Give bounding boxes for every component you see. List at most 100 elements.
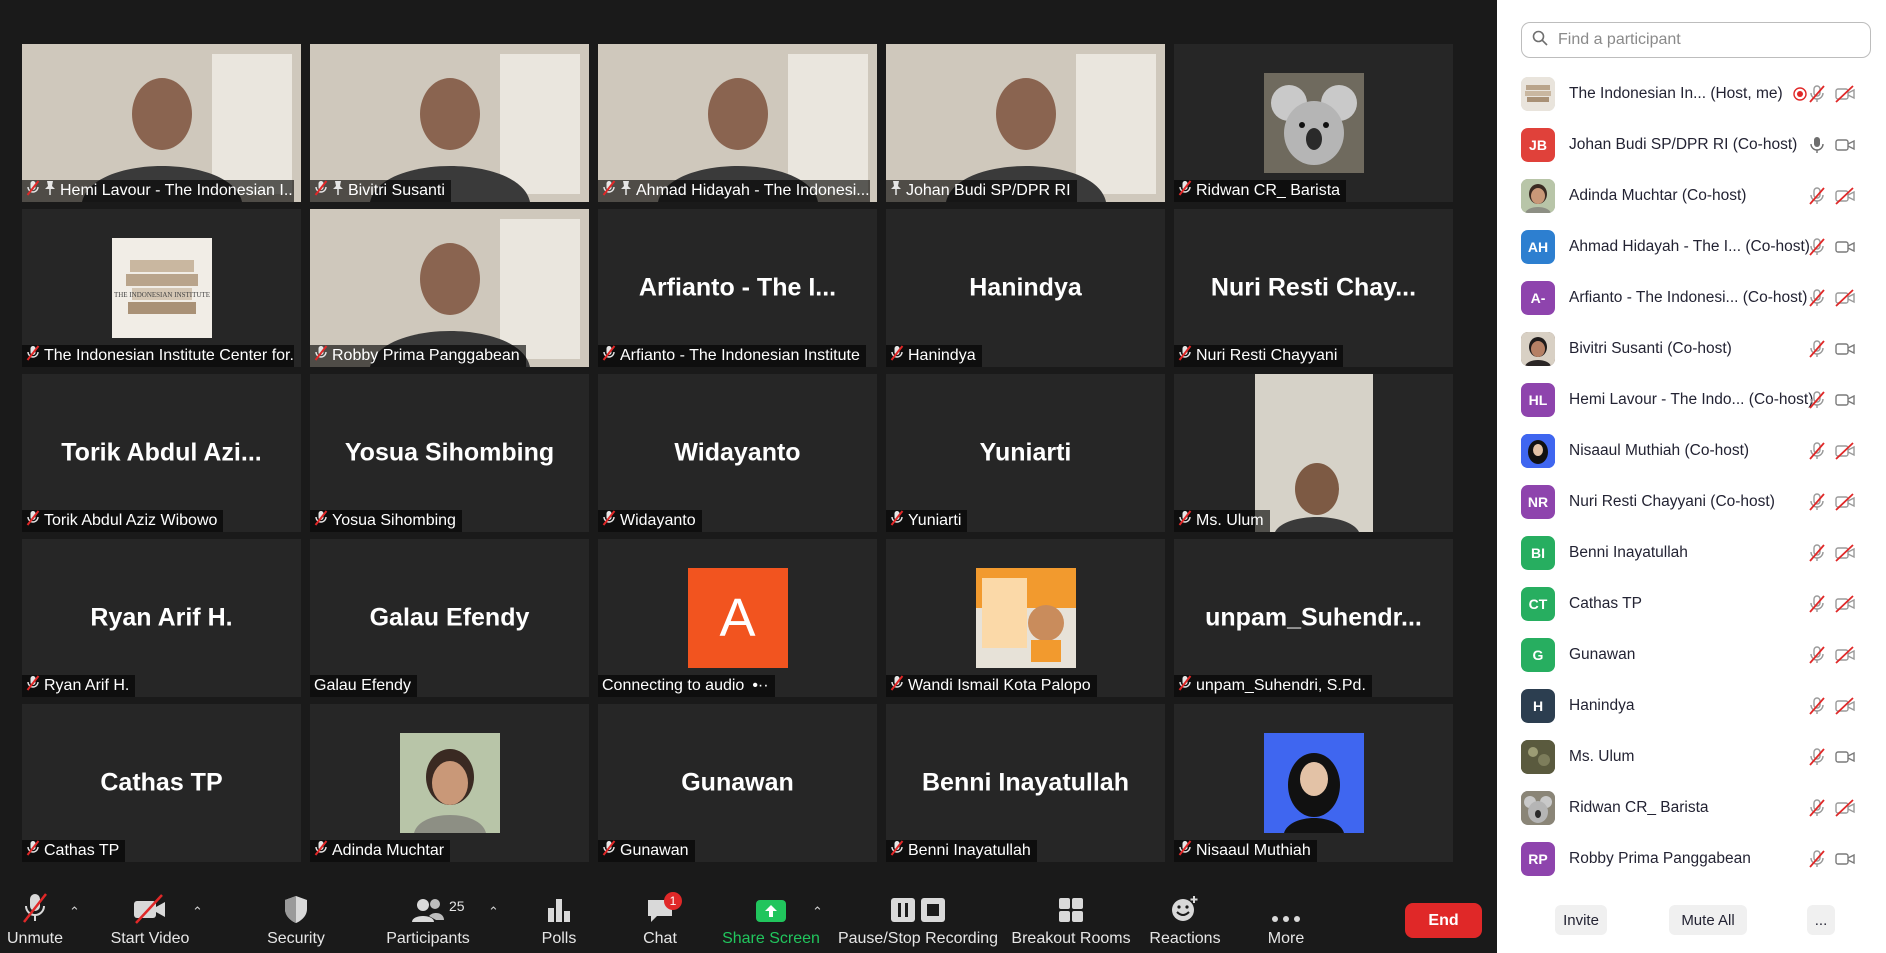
video-tile[interactable]: Bivitri Susanti xyxy=(310,44,589,202)
participant-name: Benni Inayatullah xyxy=(908,842,1031,859)
invite-button[interactable]: Invite xyxy=(1555,905,1607,935)
breakout-rooms-button[interactable]: Breakout Rooms xyxy=(1011,884,1131,953)
search-icon xyxy=(1532,30,1548,51)
video-icon xyxy=(1834,237,1856,262)
mic-muted-icon xyxy=(314,840,328,862)
video-tile[interactable]: Hanindya Hanindya xyxy=(886,209,1165,367)
end-meeting-button[interactable]: End xyxy=(1405,903,1482,938)
video-tile[interactable]: Wandi Ismail Kota Palopo xyxy=(886,539,1165,697)
avatar: G xyxy=(1521,637,1555,672)
mic-muted-icon[interactable] xyxy=(1807,798,1827,823)
video-tile[interactable]: Cathas TP Cathas TP xyxy=(22,704,301,862)
participant-name: Yuniarti xyxy=(908,512,962,529)
mic-muted-icon[interactable] xyxy=(1807,441,1827,466)
mic-muted-icon[interactable] xyxy=(1807,288,1827,313)
mic-muted-icon[interactable] xyxy=(1807,594,1827,619)
audio-options-caret[interactable]: ⌃ xyxy=(69,904,80,920)
mic-muted-icon[interactable] xyxy=(1807,543,1827,568)
participant-row[interactable]: Adinda Muchtar (Co-host) xyxy=(1497,170,1886,221)
mic-muted-icon xyxy=(890,345,904,367)
video-tile[interactable]: Ryan Arif H. Ryan Arif H. xyxy=(22,539,301,697)
video-tile[interactable]: Torik Abdul Azi... Torik Abdul Aziz Wibow… xyxy=(22,374,301,532)
video-tile[interactable]: Nuri Resti Chay... Nuri Resti Chayyani xyxy=(1174,209,1453,367)
video-tile[interactable]: Nisaaul Muthiah xyxy=(1174,704,1453,862)
tile-name-label: The Indonesian Institute Center for... xyxy=(22,345,294,367)
mic-muted-icon[interactable] xyxy=(1807,186,1827,211)
participant-row[interactable]: HL Hemi Lavour - The Indo... (Co-host) xyxy=(1497,374,1886,425)
video-tile[interactable]: Adinda Muchtar xyxy=(310,704,589,862)
mic-muted-icon[interactable] xyxy=(1807,849,1827,874)
participant-row-name: Nisaaul Muthiah (Co-host) xyxy=(1569,442,1749,460)
video-tile[interactable]: Ridwan CR_ Barista xyxy=(1174,44,1453,202)
video-tile[interactable]: Johan Budi SP/DPR RI xyxy=(886,44,1165,202)
video-tile[interactable]: Robby Prima Panggabean xyxy=(310,209,589,367)
mic-muted-icon[interactable] xyxy=(1807,747,1827,772)
reactions-button[interactable]: Reactions xyxy=(1149,884,1221,953)
mic-muted-icon xyxy=(602,345,616,367)
mic-muted-icon[interactable] xyxy=(1807,492,1827,517)
video-tile[interactable]: Galau Efendy Galau Efendy xyxy=(310,539,589,697)
participant-row[interactable]: G Gunawan xyxy=(1497,629,1886,680)
participant-name: Bivitri Susanti xyxy=(348,182,445,199)
mic-muted-icon[interactable] xyxy=(1807,339,1827,364)
tile-display-name: Yuniarti xyxy=(979,438,1072,467)
participant-row[interactable]: BI Benni Inayatullah xyxy=(1497,527,1886,578)
video-tile[interactable]: Ms. Ulum xyxy=(1174,374,1453,532)
participant-row[interactable]: AH Ahmad Hidayah - The I... (Co-host) xyxy=(1497,221,1886,272)
more-button[interactable]: More xyxy=(1264,884,1308,953)
avatar xyxy=(1521,790,1555,825)
video-tile[interactable]: Yosua Sihombing Yosua Sihombing xyxy=(310,374,589,532)
start-video-button[interactable]: Start Video xyxy=(110,884,190,953)
pause-stop-recording-button[interactable]: Pause/Stop Recording xyxy=(838,884,998,953)
video-tile[interactable]: Hemi Lavour - The Indonesian I... xyxy=(22,44,301,202)
participant-name: Cathas TP xyxy=(44,842,120,859)
participant-name: Ridwan CR_ Barista xyxy=(1569,798,1709,816)
mic-muted-icon[interactable] xyxy=(1807,237,1827,262)
video-tile[interactable]: THE INDONESIAN INSTITUTE The Indonesian I… xyxy=(22,209,301,367)
participant-row[interactable]: Bivitri Susanti (Co-host) xyxy=(1497,323,1886,374)
participants-options-caret[interactable]: ⌃ xyxy=(488,904,499,920)
video-tile[interactable]: Ahmad Hidayah - The Indonesi... xyxy=(598,44,877,202)
participants-button[interactable]: Participants xyxy=(386,884,470,953)
mute-all-button[interactable]: Mute All xyxy=(1669,905,1747,935)
tile-name-label: Arfianto - The Indonesian Institute xyxy=(598,345,866,367)
participant-row[interactable]: Ms. Ulum xyxy=(1497,731,1886,782)
participant-row[interactable]: Ridwan CR_ Barista xyxy=(1497,782,1886,833)
video-off-icon xyxy=(1834,492,1856,517)
participant-row[interactable]: A- Arfianto - The Indonesi... (Co-host) xyxy=(1497,272,1886,323)
share-screen-button[interactable]: Share Screen xyxy=(722,884,820,953)
mic-muted-icon xyxy=(314,510,328,532)
svg-text:THE INDONESIAN INSTITUTE: THE INDONESIAN INSTITUTE xyxy=(113,291,209,299)
video-tile[interactable]: Yuniarti Yuniarti xyxy=(886,374,1165,532)
participant-row[interactable]: H Hanindya xyxy=(1497,680,1886,731)
video-tile[interactable]: Widayanto Widayanto xyxy=(598,374,877,532)
participant-row[interactable]: CT Cathas TP xyxy=(1497,578,1886,629)
avatar xyxy=(1521,433,1555,468)
participant-search[interactable] xyxy=(1521,22,1871,58)
video-tile[interactable]: unpam_Suhendr... unpam_Suhendri, S.Pd. xyxy=(1174,539,1453,697)
panel-more-button[interactable]: ... xyxy=(1807,905,1835,935)
video-tile[interactable]: Gunawan Gunawan xyxy=(598,704,877,862)
mic-muted-icon[interactable] xyxy=(1807,696,1827,721)
video-tile[interactable]: A Connecting to audio •·· xyxy=(598,539,877,697)
mic-icon[interactable] xyxy=(1807,135,1827,160)
security-button[interactable]: Security xyxy=(266,884,326,953)
unmute-button[interactable]: Unmute xyxy=(4,884,66,953)
video-options-caret[interactable]: ⌃ xyxy=(192,904,203,920)
participant-row-name: The Indonesian In... (Host, me) xyxy=(1569,85,1783,103)
participant-row[interactable]: RP Robby Prima Panggabean xyxy=(1497,833,1886,884)
search-input[interactable] xyxy=(1556,30,1840,50)
participant-row[interactable]: Nisaaul Muthiah (Co-host) xyxy=(1497,425,1886,476)
participant-row[interactable]: The Indonesian In... (Host, me) xyxy=(1497,68,1886,119)
video-tile[interactable]: Benni Inayatullah Benni Inayatullah xyxy=(886,704,1165,862)
tile-name-label: Ms. Ulum xyxy=(1174,510,1270,532)
mic-muted-icon[interactable] xyxy=(1807,84,1827,109)
participant-row[interactable]: NR Nuri Resti Chayyani (Co-host) xyxy=(1497,476,1886,527)
mic-muted-icon[interactable] xyxy=(1807,645,1827,670)
mic-muted-icon[interactable] xyxy=(1807,390,1827,415)
polls-button[interactable]: Polls xyxy=(532,884,586,953)
tile-name-label: Ryan Arif H. xyxy=(22,675,136,697)
video-tile[interactable]: Arfianto - The I... Arfianto - The Indone… xyxy=(598,209,877,367)
participant-row[interactable]: JB Johan Budi SP/DPR RI (Co-host) xyxy=(1497,119,1886,170)
share-options-caret[interactable]: ⌃ xyxy=(812,904,823,920)
